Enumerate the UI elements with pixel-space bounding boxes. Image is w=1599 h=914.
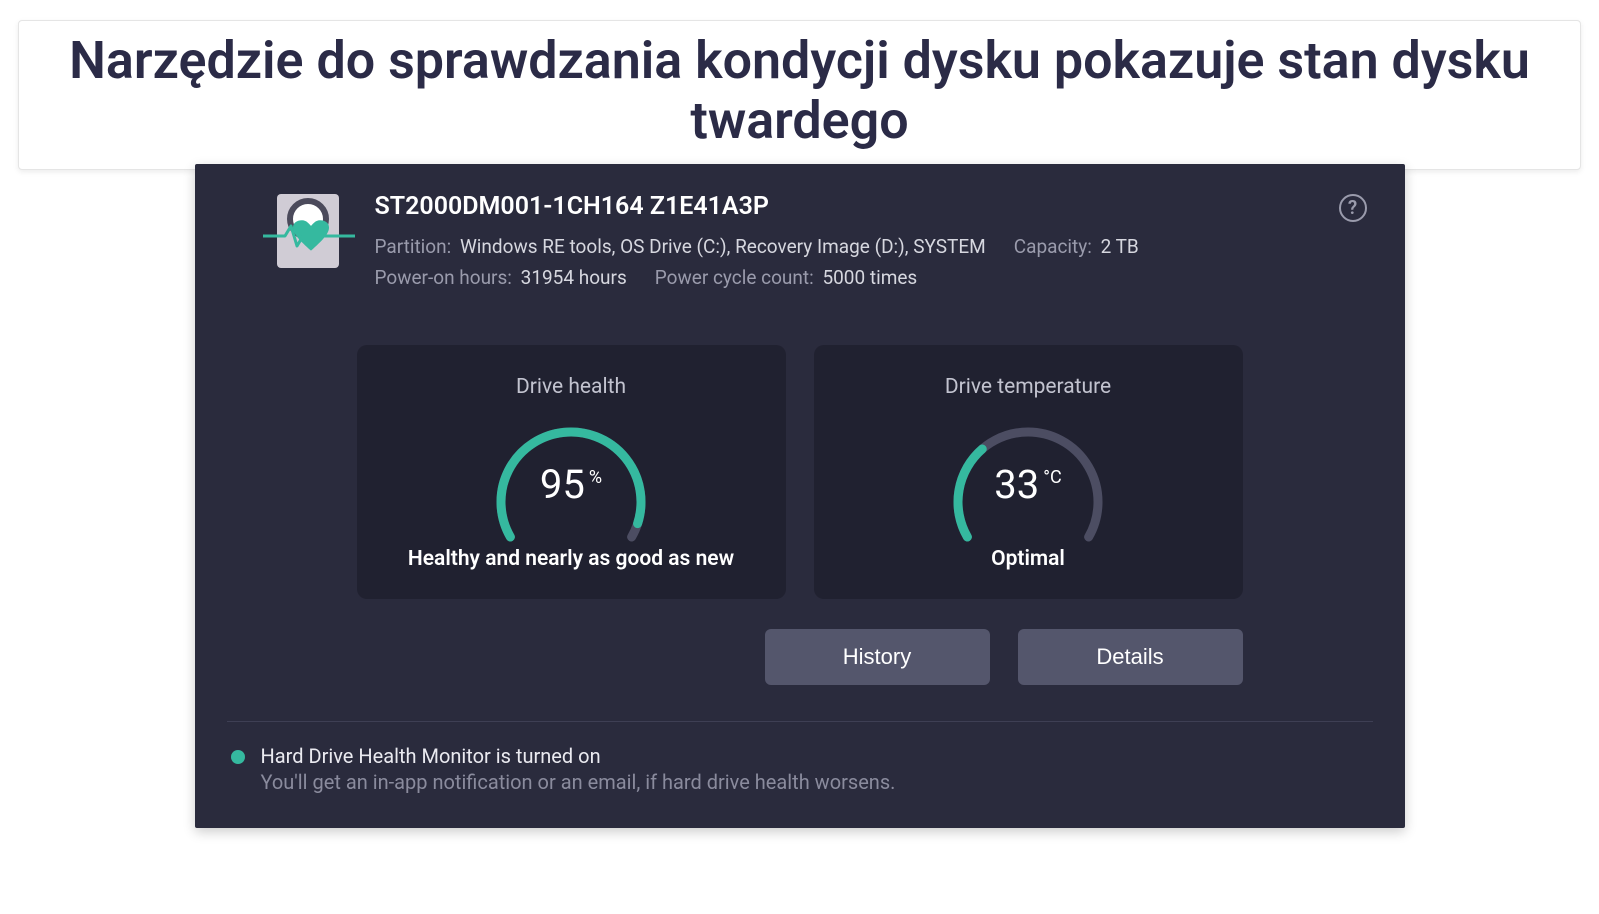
power-cycle-count: Power cycle count: 5000 times bbox=[655, 266, 917, 289]
help-icon[interactable]: ? bbox=[1339, 194, 1367, 222]
drive-temperature-gauge: 33°C bbox=[943, 417, 1113, 527]
drive-health-unit: % bbox=[589, 467, 602, 488]
drive-temperature-title: Drive temperature bbox=[834, 375, 1223, 399]
drive-health-gauge: 95% bbox=[486, 417, 656, 527]
drive-model: ST2000DM001-1CH164 Z1E41A3P bbox=[375, 192, 1311, 221]
capacity-info: Capacity: 2 TB bbox=[1014, 235, 1139, 258]
history-button[interactable]: History bbox=[765, 629, 990, 685]
drive-temperature-card: Drive temperature 33°C Optimal bbox=[814, 345, 1243, 599]
monitor-status: Hard Drive Health Monitor is turned on Y… bbox=[227, 744, 1373, 794]
hard-drive-health-icon bbox=[269, 192, 347, 270]
monitor-status-title: Hard Drive Health Monitor is turned on bbox=[261, 744, 896, 768]
drive-header: ST2000DM001-1CH164 Z1E41A3P Partition: W… bbox=[227, 192, 1373, 297]
partition-info: Partition: Windows RE tools, OS Drive (C… bbox=[375, 235, 986, 258]
drive-temperature-status: Optimal bbox=[834, 547, 1223, 571]
drive-temperature-value: 33 bbox=[994, 461, 1039, 508]
action-buttons: History Details bbox=[227, 629, 1373, 685]
drive-health-status: Healthy and nearly as good as new bbox=[377, 547, 766, 571]
details-button[interactable]: Details bbox=[1018, 629, 1243, 685]
drive-health-card: Drive health 95% Healthy and nearly as g… bbox=[357, 345, 786, 599]
drive-health-value: 95 bbox=[540, 461, 585, 508]
disk-health-window: ST2000DM001-1CH164 Z1E41A3P Partition: W… bbox=[195, 164, 1405, 828]
drive-temperature-unit: °C bbox=[1043, 467, 1061, 488]
monitor-status-sub: You'll get an in-app notification or an … bbox=[261, 770, 896, 794]
caption-banner: Narzędzie do sprawdzania kondycji dysku … bbox=[18, 20, 1581, 170]
drive-health-title: Drive health bbox=[377, 375, 766, 399]
drive-info: ST2000DM001-1CH164 Z1E41A3P Partition: W… bbox=[375, 192, 1311, 297]
power-on-hours: Power-on hours: 31954 hours bbox=[375, 266, 627, 289]
gauge-row: Drive health 95% Healthy and nearly as g… bbox=[227, 345, 1373, 599]
divider bbox=[227, 721, 1373, 722]
status-dot-icon bbox=[231, 750, 245, 764]
